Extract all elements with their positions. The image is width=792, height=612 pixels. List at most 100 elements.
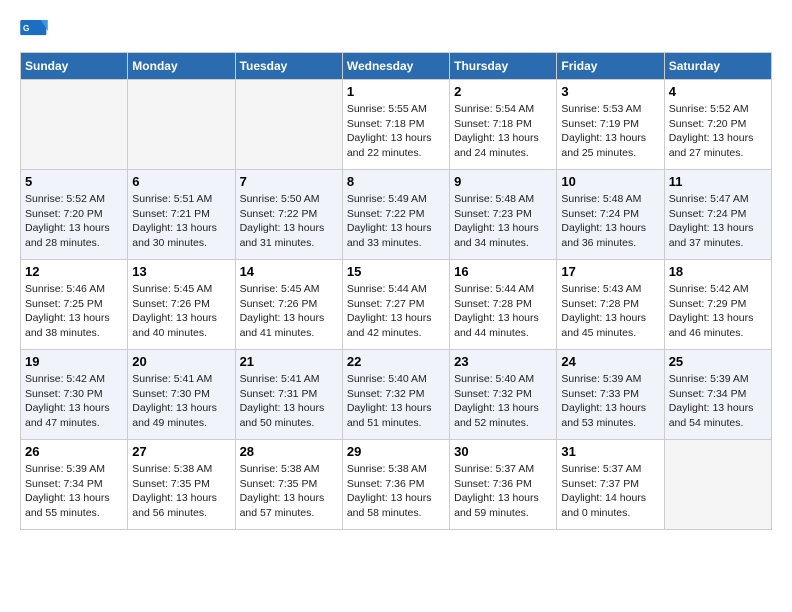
calendar-cell	[664, 440, 771, 530]
day-number: 6	[132, 174, 230, 189]
day-number: 30	[454, 444, 552, 459]
calendar-cell: 2Sunrise: 5:54 AM Sunset: 7:18 PM Daylig…	[450, 80, 557, 170]
calendar-cell	[21, 80, 128, 170]
calendar-cell: 22Sunrise: 5:40 AM Sunset: 7:32 PM Dayli…	[342, 350, 449, 440]
day-number: 11	[669, 174, 767, 189]
day-info: Sunrise: 5:49 AM Sunset: 7:22 PM Dayligh…	[347, 192, 445, 251]
day-info: Sunrise: 5:47 AM Sunset: 7:24 PM Dayligh…	[669, 192, 767, 251]
calendar-cell: 16Sunrise: 5:44 AM Sunset: 7:28 PM Dayli…	[450, 260, 557, 350]
calendar-cell: 21 Sunrise: 5:41 AM Sunset: 7:31 PM Dayli…	[235, 350, 342, 440]
calendar-cell	[128, 80, 235, 170]
day-info: Sunrise: 5:38 AM Sunset: 7:36 PM Dayligh…	[347, 462, 445, 521]
calendar-cell: 3 Sunrise: 5:53 AM Sunset: 7:19 PM Daylig…	[557, 80, 664, 170]
calendar-cell: 18 Sunrise: 5:42 AM Sunset: 7:29 PM Dayli…	[664, 260, 771, 350]
day-info: Sunrise: 5:38 AM Sunset: 7:35 PM Dayligh…	[132, 462, 230, 521]
day-number: 1	[347, 84, 445, 99]
logo-icon: G	[20, 20, 48, 42]
day-number: 27	[132, 444, 230, 459]
calendar-cell: 6Sunrise: 5:51 AM Sunset: 7:21 PM Daylig…	[128, 170, 235, 260]
day-info: Sunrise: 5:45 AM Sunset: 7:26 PM Dayligh…	[240, 282, 338, 341]
day-number: 15	[347, 264, 445, 279]
day-info: Sunrise: 5:52 AM Sunset: 7:20 PM Dayligh…	[669, 102, 767, 161]
day-info: Sunrise: 5:41 AM Sunset: 7:30 PM Dayligh…	[132, 372, 230, 431]
day-number: 18	[669, 264, 767, 279]
day-info: Sunrise: 5:53 AM Sunset: 7:19 PM Dayligh…	[561, 102, 659, 161]
day-info: Sunrise: 5:48 AM Sunset: 7:24 PM Dayligh…	[561, 192, 659, 251]
day-info: Sunrise: 5:48 AM Sunset: 7:23 PM Dayligh…	[454, 192, 552, 251]
calendar-cell: 24 Sunrise: 5:39 AM Sunset: 7:33 PM Dayli…	[557, 350, 664, 440]
day-info: Sunrise: 5:52 AM Sunset: 7:20 PM Dayligh…	[25, 192, 123, 251]
svg-text:G: G	[23, 24, 29, 33]
day-info: Sunrise: 5:40 AM Sunset: 7:32 PM Dayligh…	[454, 372, 552, 431]
logo: G	[20, 20, 50, 42]
calendar-cell: 13Sunrise: 5:45 AM Sunset: 7:26 PM Dayli…	[128, 260, 235, 350]
weekday-header: Thursday	[450, 53, 557, 80]
calendar-week-row: 26Sunrise: 5:39 AM Sunset: 7:34 PM Dayli…	[21, 440, 772, 530]
weekday-header: Tuesday	[235, 53, 342, 80]
calendar-cell: 23Sunrise: 5:40 AM Sunset: 7:32 PM Dayli…	[450, 350, 557, 440]
calendar-cell: 10 Sunrise: 5:48 AM Sunset: 7:24 PM Dayli…	[557, 170, 664, 260]
day-number: 5	[25, 174, 123, 189]
day-number: 19	[25, 354, 123, 369]
weekday-header: Wednesday	[342, 53, 449, 80]
calendar-cell: 15Sunrise: 5:44 AM Sunset: 7:27 PM Dayli…	[342, 260, 449, 350]
day-info: Sunrise: 5:39 AM Sunset: 7:34 PM Dayligh…	[25, 462, 123, 521]
day-number: 13	[132, 264, 230, 279]
calendar-week-row: 1 Sunrise: 5:55 AM Sunset: 7:18 PM Daylig…	[21, 80, 772, 170]
weekday-header: Monday	[128, 53, 235, 80]
day-info: Sunrise: 5:39 AM Sunset: 7:34 PM Dayligh…	[669, 372, 767, 431]
calendar-week-row: 5 Sunrise: 5:52 AM Sunset: 7:20 PM Daylig…	[21, 170, 772, 260]
day-number: 24	[561, 354, 659, 369]
calendar-cell: 30 Sunrise: 5:37 AM Sunset: 7:36 PM Dayli…	[450, 440, 557, 530]
day-info: Sunrise: 5:41 AM Sunset: 7:31 PM Dayligh…	[240, 372, 338, 431]
header: G	[20, 20, 772, 42]
day-info: Sunrise: 5:42 AM Sunset: 7:30 PM Dayligh…	[25, 372, 123, 431]
day-info: Sunrise: 5:46 AM Sunset: 7:25 PM Dayligh…	[25, 282, 123, 341]
calendar-cell: 28 Sunrise: 5:38 AM Sunset: 7:35 PM Dayli…	[235, 440, 342, 530]
day-number: 29	[347, 444, 445, 459]
day-info: Sunrise: 5:42 AM Sunset: 7:29 PM Dayligh…	[669, 282, 767, 341]
day-number: 10	[561, 174, 659, 189]
day-number: 20	[132, 354, 230, 369]
day-number: 14	[240, 264, 338, 279]
day-info: Sunrise: 5:37 AM Sunset: 7:37 PM Dayligh…	[561, 462, 659, 521]
day-number: 17	[561, 264, 659, 279]
day-number: 21	[240, 354, 338, 369]
calendar-cell: 14 Sunrise: 5:45 AM Sunset: 7:26 PM Dayli…	[235, 260, 342, 350]
weekday-header: Sunday	[21, 53, 128, 80]
calendar-cell: 5 Sunrise: 5:52 AM Sunset: 7:20 PM Daylig…	[21, 170, 128, 260]
day-number: 9	[454, 174, 552, 189]
calendar-cell: 17 Sunrise: 5:43 AM Sunset: 7:28 PM Dayli…	[557, 260, 664, 350]
day-info: Sunrise: 5:50 AM Sunset: 7:22 PM Dayligh…	[240, 192, 338, 251]
calendar-cell: 31 Sunrise: 5:37 AM Sunset: 7:37 PM Dayli…	[557, 440, 664, 530]
calendar-body: 1 Sunrise: 5:55 AM Sunset: 7:18 PM Daylig…	[21, 80, 772, 530]
calendar-cell: 12 Sunrise: 5:46 AM Sunset: 7:25 PM Dayli…	[21, 260, 128, 350]
calendar-header-row: SundayMondayTuesdayWednesdayThursdayFrid…	[21, 53, 772, 80]
day-number: 28	[240, 444, 338, 459]
day-info: Sunrise: 5:43 AM Sunset: 7:28 PM Dayligh…	[561, 282, 659, 341]
day-number: 31	[561, 444, 659, 459]
calendar-table: SundayMondayTuesdayWednesdayThursdayFrid…	[20, 52, 772, 530]
calendar-cell: 25Sunrise: 5:39 AM Sunset: 7:34 PM Dayli…	[664, 350, 771, 440]
calendar-cell: 7Sunrise: 5:50 AM Sunset: 7:22 PM Daylig…	[235, 170, 342, 260]
day-info: Sunrise: 5:37 AM Sunset: 7:36 PM Dayligh…	[454, 462, 552, 521]
calendar-cell: 11 Sunrise: 5:47 AM Sunset: 7:24 PM Dayli…	[664, 170, 771, 260]
calendar-week-row: 12 Sunrise: 5:46 AM Sunset: 7:25 PM Dayli…	[21, 260, 772, 350]
calendar-cell: 27 Sunrise: 5:38 AM Sunset: 7:35 PM Dayli…	[128, 440, 235, 530]
calendar-cell: 9 Sunrise: 5:48 AM Sunset: 7:23 PM Daylig…	[450, 170, 557, 260]
calendar-cell: 1 Sunrise: 5:55 AM Sunset: 7:18 PM Daylig…	[342, 80, 449, 170]
weekday-header: Friday	[557, 53, 664, 80]
calendar-cell: 20 Sunrise: 5:41 AM Sunset: 7:30 PM Dayli…	[128, 350, 235, 440]
day-info: Sunrise: 5:39 AM Sunset: 7:33 PM Dayligh…	[561, 372, 659, 431]
calendar-cell	[235, 80, 342, 170]
calendar-cell: 29 Sunrise: 5:38 AM Sunset: 7:36 PM Dayli…	[342, 440, 449, 530]
calendar-cell: 19 Sunrise: 5:42 AM Sunset: 7:30 PM Dayli…	[21, 350, 128, 440]
day-number: 3	[561, 84, 659, 99]
calendar-week-row: 19 Sunrise: 5:42 AM Sunset: 7:30 PM Dayli…	[21, 350, 772, 440]
calendar-cell: 8Sunrise: 5:49 AM Sunset: 7:22 PM Daylig…	[342, 170, 449, 260]
day-info: Sunrise: 5:40 AM Sunset: 7:32 PM Dayligh…	[347, 372, 445, 431]
day-info: Sunrise: 5:55 AM Sunset: 7:18 PM Dayligh…	[347, 102, 445, 161]
day-number: 12	[25, 264, 123, 279]
day-info: Sunrise: 5:38 AM Sunset: 7:35 PM Dayligh…	[240, 462, 338, 521]
weekday-header: Saturday	[664, 53, 771, 80]
